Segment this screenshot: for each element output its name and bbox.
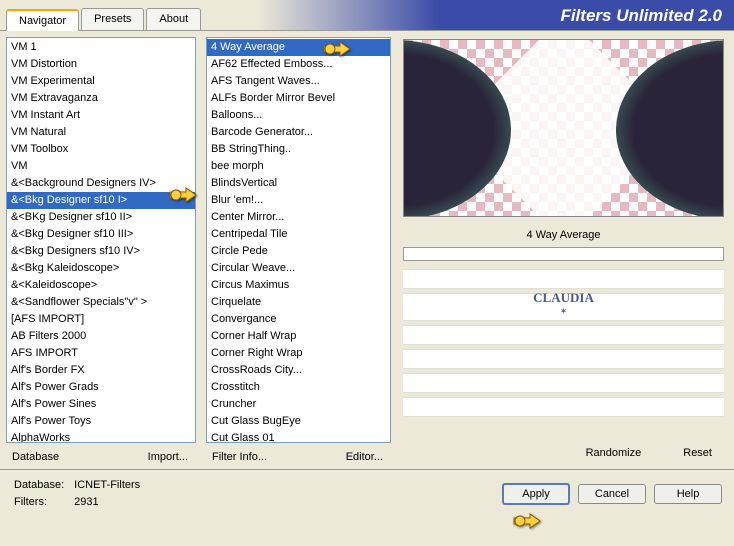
- list-item[interactable]: Cruncher: [207, 396, 390, 413]
- list-item[interactable]: Circus Maximus: [207, 277, 390, 294]
- list-item[interactable]: Corner Half Wrap: [207, 328, 390, 345]
- list-item[interactable]: Crosstitch: [207, 379, 390, 396]
- list-item[interactable]: BlindsVertical: [207, 175, 390, 192]
- list-item[interactable]: CrossRoads City...: [207, 362, 390, 379]
- list-item[interactable]: BB StringThing..: [207, 141, 390, 158]
- filter-list[interactable]: 4 Way AverageAF62 Effected Emboss...AFS …: [207, 38, 390, 442]
- list-item[interactable]: VM Toolbox: [7, 141, 195, 158]
- list-item[interactable]: Corner Right Wrap: [207, 345, 390, 362]
- list-item[interactable]: &<BKg Designer sf10 II>: [7, 209, 195, 226]
- preview-image: [403, 39, 724, 217]
- list-item[interactable]: AlphaWorks: [7, 430, 195, 442]
- list-item[interactable]: Cut Glass 01: [207, 430, 390, 442]
- footer-info: Database:ICNET-Filters Filters:2931: [12, 476, 150, 512]
- import-button[interactable]: Import...: [142, 451, 194, 463]
- list-item[interactable]: VM Instant Art: [7, 107, 195, 124]
- list-item[interactable]: VM Extravaganza: [7, 90, 195, 107]
- cancel-button[interactable]: Cancel: [578, 484, 646, 504]
- list-item[interactable]: &<Background Designers IV>: [7, 175, 195, 192]
- list-item[interactable]: Cut Glass BugEye: [207, 413, 390, 430]
- list-item[interactable]: &<Sandflower Specials"v" >: [7, 294, 195, 311]
- filter-list-box: 4 Way AverageAF62 Effected Emboss...AFS …: [206, 37, 391, 443]
- app-title: Filters Unlimited 2.0: [560, 6, 722, 30]
- list-item[interactable]: Alf's Power Toys: [7, 413, 195, 430]
- list-item[interactable]: AF62 Effected Emboss...: [207, 56, 390, 73]
- watermark: CLAUDIA: [533, 290, 594, 306]
- list-item[interactable]: &<Bkg Designer sf10 III>: [7, 226, 195, 243]
- list-item[interactable]: &<Bkg Designers sf10 IV>: [7, 243, 195, 260]
- list-item[interactable]: Centripedal Tile: [207, 226, 390, 243]
- list-item[interactable]: Balloons...: [207, 107, 390, 124]
- list-item[interactable]: [AFS IMPORT]: [7, 311, 195, 328]
- list-item[interactable]: Blur 'em!...: [207, 192, 390, 209]
- list-item[interactable]: Circle Pede: [207, 243, 390, 260]
- list-item[interactable]: bee morph: [207, 158, 390, 175]
- list-item[interactable]: Center Mirror...: [207, 209, 390, 226]
- list-item[interactable]: Convergance: [207, 311, 390, 328]
- list-item[interactable]: AB Filters 2000: [7, 328, 195, 345]
- list-item[interactable]: Alf's Power Grads: [7, 379, 195, 396]
- tab-about[interactable]: About: [146, 8, 201, 30]
- help-button[interactable]: Help: [654, 484, 722, 504]
- filter-info-button[interactable]: Filter Info...: [206, 451, 273, 463]
- list-item[interactable]: VM: [7, 158, 195, 175]
- progress-bar: [403, 247, 724, 261]
- category-list-box: VM 1VM DistortionVM ExperimentalVM Extra…: [6, 37, 196, 443]
- list-item[interactable]: Alf's Power Sines: [7, 396, 195, 413]
- watermark-icon: ✶: [560, 306, 568, 317]
- database-button[interactable]: Database: [6, 451, 65, 463]
- tab-navigator[interactable]: Navigator: [6, 9, 79, 31]
- list-item[interactable]: &<Bkg Kaleidoscope>: [7, 260, 195, 277]
- list-item[interactable]: AFS Tangent Waves...: [207, 73, 390, 90]
- list-item[interactable]: AFS IMPORT: [7, 345, 195, 362]
- category-list[interactable]: VM 1VM DistortionVM ExperimentalVM Extra…: [7, 38, 195, 442]
- list-item[interactable]: VM Experimental: [7, 73, 195, 90]
- tab-bar: Navigator Presets About: [0, 8, 203, 30]
- list-item[interactable]: Circular Weave...: [207, 260, 390, 277]
- list-item[interactable]: VM 1: [7, 39, 195, 56]
- apply-button[interactable]: Apply: [502, 483, 570, 505]
- list-item[interactable]: Cirquelate: [207, 294, 390, 311]
- list-item[interactable]: VM Natural: [7, 124, 195, 141]
- reset-button[interactable]: Reset: [677, 447, 718, 459]
- parameter-area: CLAUDIA ✶: [403, 269, 724, 437]
- list-item[interactable]: Alf's Border FX: [7, 362, 195, 379]
- list-item[interactable]: &<Kaleidoscope>: [7, 277, 195, 294]
- tab-presets[interactable]: Presets: [81, 8, 144, 30]
- list-item[interactable]: 4 Way Average: [207, 39, 390, 56]
- preview-label: 4 Way Average: [403, 223, 724, 245]
- list-item[interactable]: ALFs Border Mirror Bevel: [207, 90, 390, 107]
- list-item[interactable]: Barcode Generator...: [207, 124, 390, 141]
- editor-button[interactable]: Editor...: [340, 451, 389, 463]
- list-item[interactable]: VM Distortion: [7, 56, 195, 73]
- randomize-button[interactable]: Randomize: [580, 447, 648, 459]
- list-item[interactable]: &<Bkg Designer sf10 I>: [7, 192, 195, 209]
